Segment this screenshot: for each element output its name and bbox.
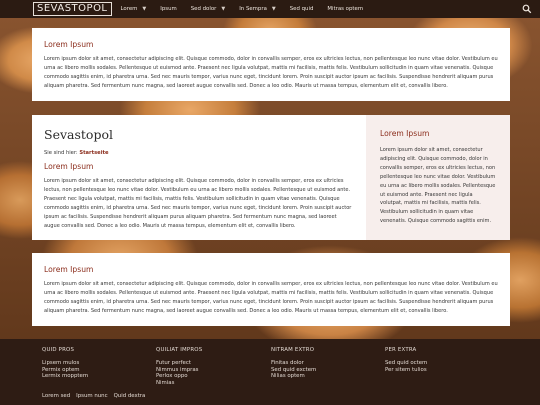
footer-column-quiliat-impros: QUILIAT IMPROS Futur perfect Nimmus impr…	[156, 347, 202, 386]
nav-item-label: Sed quid	[289, 6, 314, 12]
nav-item-mitras-optem[interactable]: Mitras optem	[327, 6, 363, 12]
footer-bottom-link[interactable]: Quid dextra	[114, 393, 146, 399]
card-text: Lorem ipsum dolor sit amet, consectetur …	[44, 281, 498, 314]
footer-link[interactable]: Sed quid octem	[385, 360, 427, 367]
site-footer: QUID PROS Lipsem mulos Permix optem Lerm…	[0, 339, 540, 405]
nav-item-label: Mitras optem	[327, 6, 364, 12]
nav-item-ipsum[interactable]: Ipsum	[160, 6, 177, 12]
footer-column-title: PER EXTRA	[385, 347, 417, 353]
content-card: Sevastopol Sie sind hier: Startseite Lor…	[32, 115, 510, 240]
sidebar-text: Lorem ipsum dolor sit amet, consectetur …	[380, 147, 496, 225]
card-text: Lorem ipsum dolor sit amet, consectetur …	[44, 56, 498, 89]
breadcrumb-current[interactable]: Startseite	[79, 150, 108, 156]
nav-item-label: Sed dolor	[190, 6, 217, 12]
footer-column-title: NITRAM EXTRO	[271, 347, 315, 353]
main-nav: Lorem ▼ Ipsum Sed dolor ▼ In Sempra ▼ Se…	[121, 6, 378, 12]
nav-item-lorem[interactable]: Lorem ▼	[121, 6, 147, 12]
footer-link[interactable]: Per sitem tulios	[385, 367, 427, 374]
brand-logo[interactable]: SEVASTOPOL	[33, 2, 112, 16]
nav-item-label: Ipsum	[160, 6, 177, 12]
top-navbar: SEVASTOPOL Lorem ▼ Ipsum Sed dolor ▼ In …	[0, 0, 540, 18]
footer-column-per-extra: PER EXTRA Sed quid octem Per sitem tulio…	[385, 347, 427, 373]
footer-link[interactable]: Nimias	[156, 380, 202, 387]
nav-item-sed-dolor[interactable]: Sed dolor ▼	[191, 6, 225, 12]
footer-bottom-link[interactable]: Ipsum nunc	[76, 393, 107, 399]
chevron-down-icon: ▼	[221, 6, 226, 12]
footer-column-title: QUID PROS	[42, 347, 75, 353]
footer-column-quid-pros: QUID PROS Lipsem mulos Permix optem Lerm…	[42, 347, 88, 380]
footer-link[interactable]: Nilias optem	[271, 373, 316, 380]
sidebar: Lorem Ipsum Lorem ipsum dolor sit amet, …	[366, 115, 510, 240]
card-heading: Lorem Ipsum	[44, 265, 94, 274]
bottom-card: Lorem Ipsum Lorem ipsum dolor sit amet, …	[32, 253, 510, 326]
card-heading: Lorem Ipsum	[44, 40, 94, 49]
footer-bottom-link[interactable]: Lorem sed	[42, 393, 70, 399]
nav-item-label: In Sempra	[239, 6, 267, 12]
section-heading: Lorem Ipsum	[44, 162, 94, 171]
page-title: Sevastopol	[44, 127, 113, 142]
nav-item-label: Lorem	[120, 6, 138, 12]
main-text: Lorem ipsum dolor sit amet, consectetur …	[44, 178, 352, 229]
breadcrumb-prefix: Sie sind hier:	[44, 150, 78, 156]
search-icon[interactable]	[522, 4, 532, 14]
sidebar-heading: Lorem Ipsum	[380, 129, 430, 138]
breadcrumb: Sie sind hier: Startseite	[44, 150, 354, 156]
chevron-down-icon: ▼	[271, 6, 276, 12]
main-content: Sevastopol Sie sind hier: Startseite Lor…	[32, 115, 366, 240]
footer-link[interactable]: Lermix mopptem	[42, 373, 88, 380]
footer-bottom-links: Lorem sed Ipsum nunc Quid dextra	[42, 393, 151, 399]
nav-item-in-sempra[interactable]: In Sempra ▼	[239, 6, 276, 12]
intro-card: Lorem Ipsum Lorem ipsum dolor sit amet, …	[32, 28, 510, 101]
chevron-down-icon: ▼	[142, 6, 147, 12]
nav-item-sed-quid[interactable]: Sed quid	[290, 6, 314, 12]
footer-column-title: QUILIAT IMPROS	[156, 347, 203, 353]
footer-column-nitram-extro: NITRAM EXTRO Finitas dolor Sed quid exct…	[271, 347, 316, 380]
